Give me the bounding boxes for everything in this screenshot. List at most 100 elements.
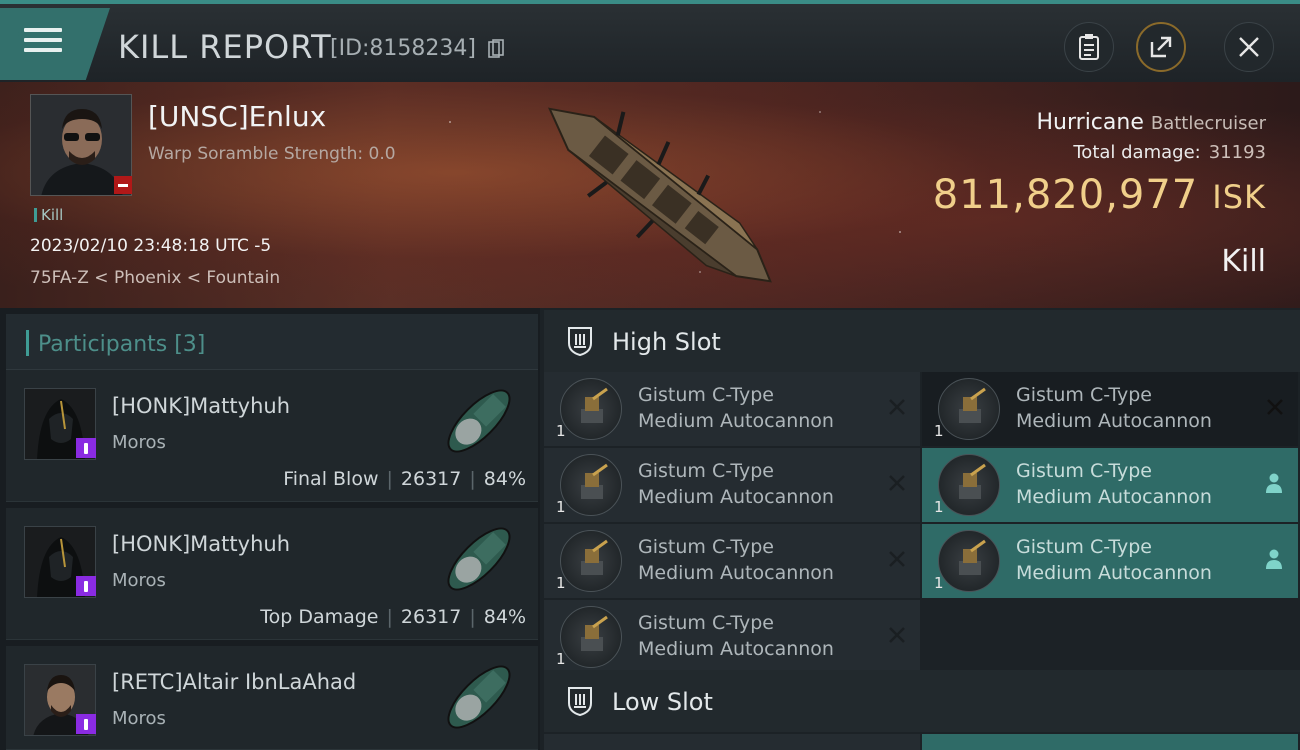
- low-slot-icon: [568, 687, 592, 717]
- participant-name: [HONK]Mattyhuh: [112, 532, 290, 556]
- high-slot-title: High Slot: [612, 328, 721, 356]
- isk-unit: ISK: [1212, 178, 1266, 216]
- module-item[interactable]: 1 Gistum C-Type Medium Autocannon: [544, 600, 920, 674]
- menu-icon[interactable]: [18, 28, 62, 58]
- module-name-line2: Medium Autocannon: [638, 562, 834, 584]
- participant-role: Top Damage: [260, 606, 379, 628]
- autocannon-icon: [560, 606, 622, 668]
- module-name-line1: Gistum C-Type: [638, 536, 774, 558]
- report-id: [ID:8158234]: [330, 36, 476, 61]
- module-name-line2: Medium Autocannon: [638, 638, 834, 660]
- autocannon-icon: [560, 454, 622, 516]
- module-name-line1: Gistum C-Type: [638, 612, 774, 634]
- ship-type: Hurricane: [1036, 110, 1144, 135]
- header-accent-bar: [26, 330, 29, 356]
- destroyed-icon: [889, 399, 905, 415]
- victim-ship-image: [547, 107, 772, 283]
- victim-banner: [UNSC]Enlux Warp Soramble Strength: 0.0 …: [0, 82, 1300, 308]
- module-name-line1: Gistum C-Type: [1016, 384, 1152, 406]
- participant-role: Final Blow: [283, 468, 379, 490]
- module-item[interactable]: 1 Gistum C-Type Medium Autocannon: [922, 372, 1298, 446]
- clipboard-icon: [1079, 34, 1099, 60]
- module-item[interactable]: 1 Gistum C-Type Medium Autocannon: [544, 372, 920, 446]
- module-item[interactable]: 1 Gistum C-Type Medium Autocannon: [544, 448, 920, 522]
- corp-role-badge: [76, 438, 96, 458]
- participants-title: Participants [3]: [38, 332, 206, 357]
- module-quantity: 1: [556, 574, 566, 592]
- participant-stats: Final Blow | 26317 | 84%: [283, 468, 526, 490]
- participant-card[interactable]: [HONK]Mattyhuh Moros Final Blow | 26317 | 84…: [6, 370, 538, 502]
- isk-value: 811,820,977 ISK: [933, 172, 1266, 218]
- clipboard-button[interactable]: [1064, 22, 1114, 72]
- participant-ship: Moros: [112, 570, 166, 591]
- participant-ship-image: [447, 389, 511, 453]
- share-icon: [1150, 36, 1172, 58]
- participant-name: [HONK]Mattyhuh: [112, 394, 290, 418]
- corp-role-badge: [76, 576, 96, 596]
- module-item[interactable]: 1 Gistum C-Type Medium Autocannon: [922, 524, 1298, 598]
- participant-name: [RETC]Altair IbnLaAhad: [112, 670, 357, 694]
- participant-ship-image: [447, 527, 511, 591]
- module-name-line2: Medium Autocannon: [1016, 410, 1212, 432]
- destroyed-icon: [889, 551, 905, 567]
- total-damage-value: 31193: [1208, 142, 1266, 163]
- module-name-line2: Medium Autocannon: [638, 486, 834, 508]
- participant-card[interactable]: [RETC]Altair IbnLaAhad Moros: [6, 646, 538, 750]
- kill-type-tag: Kill: [34, 206, 63, 224]
- result-label: Kill: [1221, 244, 1266, 279]
- isk-amount: 811,820,977: [932, 172, 1199, 218]
- victim-name[interactable]: [UNSC]Enlux: [148, 100, 326, 133]
- module-name-line1: Gistum C-Type: [638, 460, 774, 482]
- participant-percent: 84%: [483, 468, 526, 490]
- total-damage-label: Total damage:: [1073, 142, 1201, 163]
- participant-stats: Top Damage | 26317 | 84%: [260, 606, 526, 628]
- module-item[interactable]: [922, 734, 1298, 750]
- autocannon-icon: [938, 454, 1000, 516]
- total-damage: Total damage: 31193: [1073, 142, 1266, 163]
- module-name-line2: Medium Autocannon: [638, 410, 834, 432]
- participant-ship: Moros: [112, 432, 166, 453]
- fitting-panel: High Slot 1 Gistum C-Type Medium Autocan…: [540, 308, 1300, 750]
- module-quantity: 1: [934, 422, 944, 440]
- participant-damage: 26317: [400, 606, 462, 628]
- high-slot-header: High Slot: [544, 310, 1300, 372]
- participant-card[interactable]: [HONK]Mattyhuh Moros Top Damage | 26317 | 84…: [6, 508, 538, 640]
- low-slot-title: Low Slot: [612, 688, 713, 716]
- header-bar: KILL REPORT [ID:8158234]: [0, 0, 1300, 82]
- module-quantity: 1: [556, 422, 566, 440]
- participants-panel: Participants [3] [HONK]Mattyhuh Moros Fi…: [0, 308, 540, 750]
- module-item[interactable]: 1 Gistum C-Type Medium Autocannon: [922, 448, 1298, 522]
- participant-ship-image: [447, 665, 511, 729]
- module-quantity: 1: [934, 498, 944, 516]
- low-slot-header: Low Slot: [544, 670, 1300, 732]
- module-quantity: 1: [556, 498, 566, 516]
- victim-ship-name[interactable]: Hurricane Battlecruiser: [1037, 110, 1267, 135]
- autocannon-icon: [938, 378, 1000, 440]
- share-button[interactable]: [1136, 22, 1186, 72]
- autocannon-icon: [560, 378, 622, 440]
- module-item[interactable]: 1 Gistum C-Type Medium Autocannon: [544, 524, 920, 598]
- copy-icon[interactable]: [488, 39, 504, 59]
- destroyed-icon: [889, 627, 905, 643]
- page-title: KILL REPORT: [118, 28, 332, 66]
- participant-damage: 26317: [400, 468, 462, 490]
- kill-location[interactable]: 75FA-Z < Phoenix < Fountain: [30, 268, 280, 288]
- person-icon: [1266, 473, 1282, 493]
- module-name-line2: Medium Autocannon: [1016, 486, 1212, 508]
- autocannon-icon: [560, 530, 622, 592]
- autocannon-icon: [938, 530, 1000, 592]
- close-button[interactable]: [1224, 22, 1274, 72]
- module-item[interactable]: [544, 734, 920, 750]
- module-quantity: 1: [556, 650, 566, 668]
- kill-datetime: 2023/02/10 23:48:18 UTC -5: [30, 236, 272, 256]
- module-name-line1: Gistum C-Type: [638, 384, 774, 406]
- module-quantity: 1: [934, 574, 944, 592]
- person-icon: [1266, 549, 1282, 569]
- module-name-line1: Gistum C-Type: [1016, 460, 1152, 482]
- destroyed-icon: [889, 475, 905, 491]
- module-name-line1: Gistum C-Type: [1016, 536, 1152, 558]
- high-slot-icon: [568, 327, 592, 357]
- corp-role-badge: [76, 714, 96, 734]
- hostile-badge: [114, 176, 132, 194]
- participant-ship: Moros: [112, 708, 166, 729]
